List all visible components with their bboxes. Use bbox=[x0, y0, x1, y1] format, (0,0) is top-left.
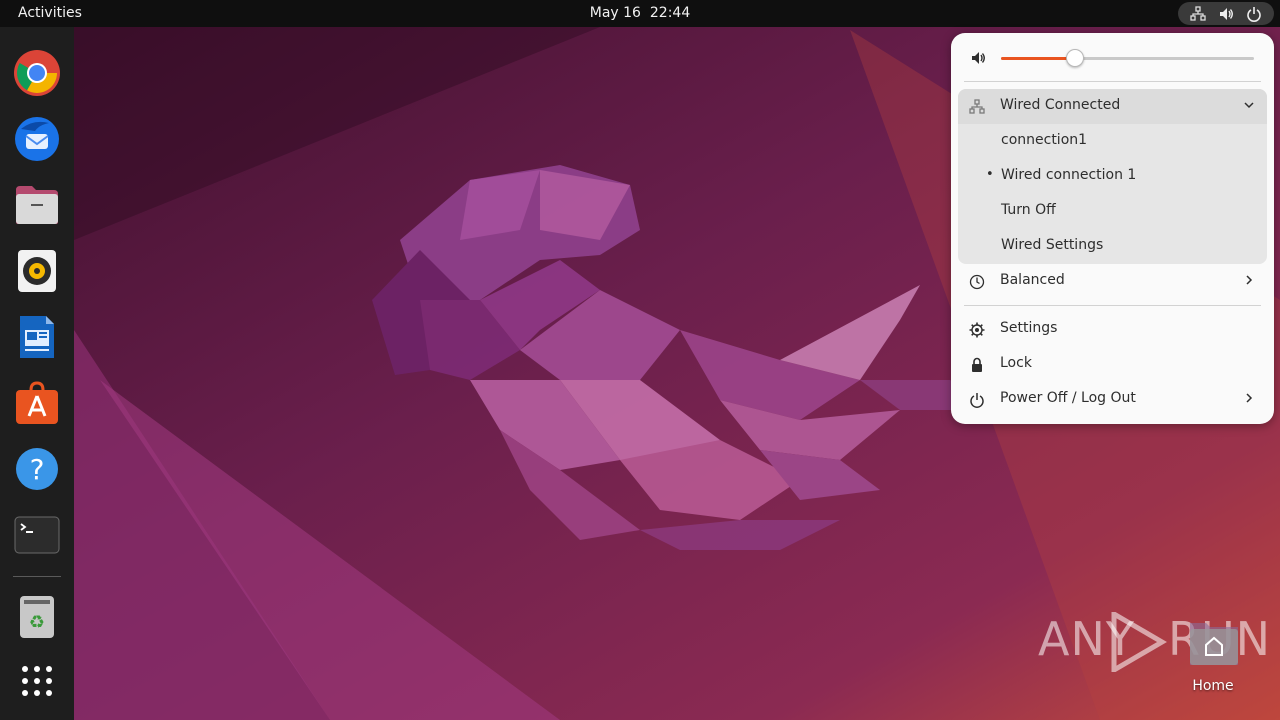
chevron-down-icon bbox=[1243, 99, 1255, 115]
volume-icon bbox=[1218, 6, 1234, 22]
dock: ? ♻ bbox=[0, 27, 74, 720]
wired-connected-label: Wired Connected bbox=[1000, 97, 1121, 113]
volume-icon bbox=[970, 50, 986, 70]
network-item-label: Wired connection 1 bbox=[1001, 167, 1137, 183]
quick-settings-menu: Wired Connected connection1 • Wired conn… bbox=[951, 33, 1274, 424]
volume-slider-fill bbox=[1001, 57, 1075, 60]
power-mode-item[interactable]: Balanced bbox=[958, 264, 1267, 299]
lock-icon bbox=[968, 356, 986, 374]
dock-separator bbox=[13, 576, 61, 577]
lock-item[interactable]: Lock bbox=[958, 347, 1267, 382]
terminal-icon[interactable] bbox=[13, 511, 61, 559]
clock-date[interactable]: May 16 bbox=[590, 5, 641, 21]
rhythmbox-icon[interactable] bbox=[13, 247, 61, 295]
trash-icon[interactable]: ♻ bbox=[13, 593, 61, 641]
clock-time[interactable]: 22:44 bbox=[650, 5, 690, 21]
active-dot-icon: • bbox=[986, 167, 994, 182]
top-bar: Activities May 16 22:44 bbox=[0, 0, 1280, 27]
svg-text:?: ? bbox=[30, 453, 45, 486]
system-tray[interactable] bbox=[1178, 2, 1274, 25]
divider bbox=[964, 81, 1261, 82]
home-folder-icon[interactable] bbox=[1186, 619, 1242, 669]
play-icon bbox=[1111, 612, 1167, 672]
power-off-label: Power Off / Log Out bbox=[1000, 390, 1136, 406]
volume-slider-handle[interactable] bbox=[1066, 49, 1085, 67]
network-wired-icon bbox=[968, 98, 986, 116]
files-icon[interactable] bbox=[13, 181, 61, 229]
activities-button[interactable]: Activities bbox=[18, 5, 82, 21]
chevron-right-icon bbox=[1243, 274, 1255, 290]
home-folder-label[interactable]: Home bbox=[1173, 678, 1253, 694]
power-mode-label: Balanced bbox=[1000, 272, 1065, 288]
network-item-connection1[interactable]: connection1 bbox=[958, 124, 1267, 159]
settings-item[interactable]: Settings bbox=[958, 312, 1267, 347]
network-item-wired-connection-1[interactable]: • Wired connection 1 bbox=[958, 159, 1267, 194]
chrome-icon[interactable] bbox=[13, 49, 61, 97]
power-icon bbox=[968, 391, 986, 409]
power-profile-icon bbox=[968, 273, 986, 291]
clock: May 16 22:44 bbox=[0, 5, 1280, 21]
app-grid-icon[interactable] bbox=[13, 657, 61, 705]
thunderbird-icon[interactable] bbox=[13, 115, 61, 163]
chevron-right-icon bbox=[1243, 392, 1255, 408]
app-center-icon[interactable] bbox=[13, 379, 61, 427]
power-off-item[interactable]: Power Off / Log Out bbox=[958, 382, 1267, 417]
svg-text:♻: ♻ bbox=[29, 612, 45, 633]
divider bbox=[964, 305, 1261, 306]
network-wired-icon bbox=[1190, 5, 1206, 22]
power-icon bbox=[1246, 6, 1262, 22]
network-wired-settings[interactable]: Wired Settings bbox=[958, 229, 1267, 264]
settings-label: Settings bbox=[1000, 320, 1058, 336]
network-item-label: Wired Settings bbox=[1001, 237, 1104, 253]
volume-slider[interactable] bbox=[1001, 49, 1254, 67]
help-icon[interactable]: ? bbox=[13, 445, 61, 493]
wired-connected-item[interactable]: Wired Connected bbox=[958, 89, 1267, 124]
writer-icon[interactable] bbox=[13, 313, 61, 361]
lock-label: Lock bbox=[1000, 355, 1032, 371]
network-item-label: Turn Off bbox=[1001, 202, 1056, 218]
network-item-label: connection1 bbox=[1001, 132, 1088, 148]
gear-icon bbox=[968, 321, 986, 339]
network-turn-off[interactable]: Turn Off bbox=[958, 194, 1267, 229]
